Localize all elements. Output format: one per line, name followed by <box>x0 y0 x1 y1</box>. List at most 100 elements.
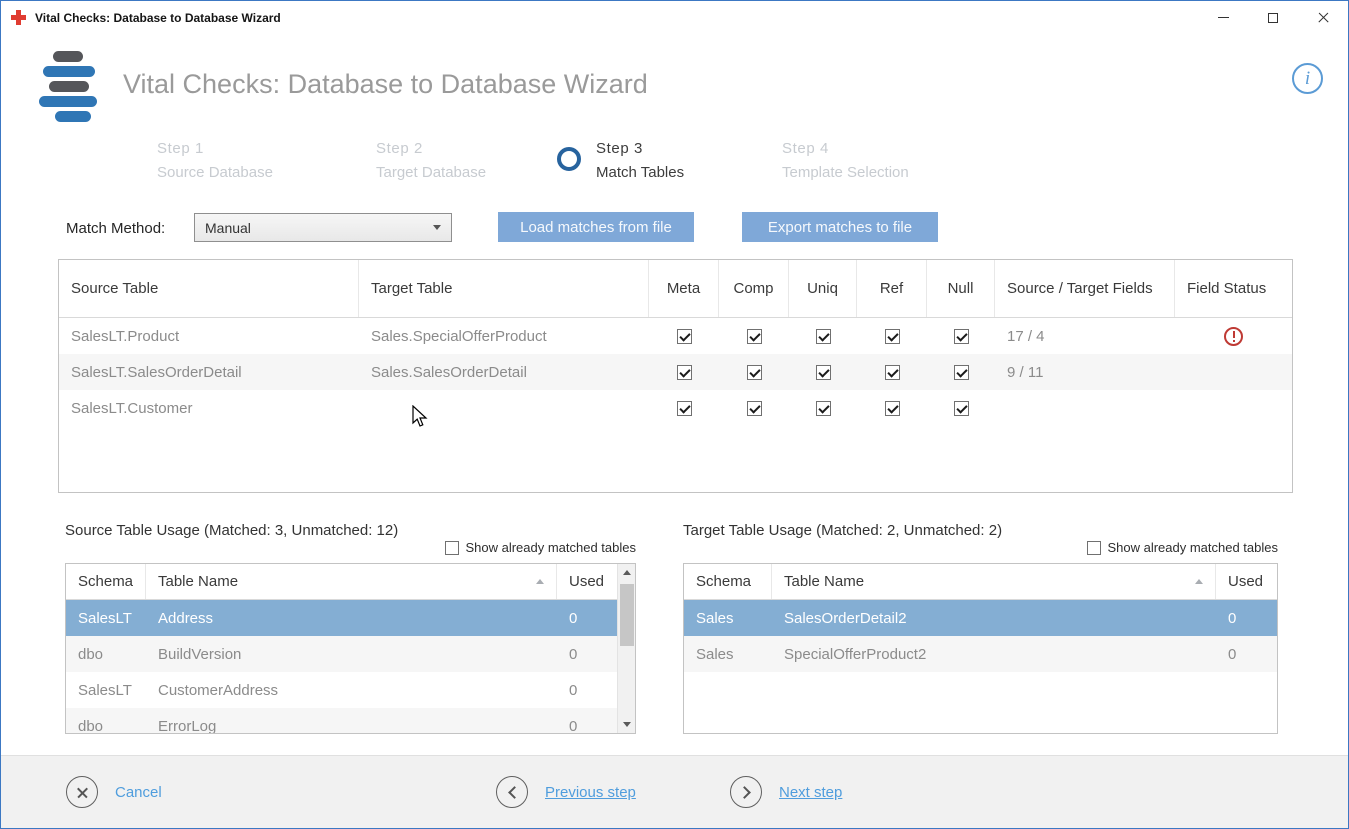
step-2-target-database: Step 2 Target Database <box>376 140 486 181</box>
table-row[interactable]: SalesLT.Product Sales.SpecialOfferProduc… <box>59 318 1292 354</box>
null-checkbox[interactable] <box>954 401 969 416</box>
app-logo-icon <box>39 51 111 131</box>
match-table-header: Source Table Target Table Meta Comp Uniq… <box>59 260 1292 318</box>
list-item[interactable]: SalesLT Address 0 <box>66 600 635 636</box>
match-method-value: Manual <box>205 220 251 236</box>
used-cell: 0 <box>557 672 617 708</box>
show-matched-checkbox[interactable] <box>1087 541 1101 555</box>
column-header-schema[interactable]: Schema <box>66 564 146 599</box>
list-item[interactable]: dbo BuildVersion 0 <box>66 636 635 672</box>
mouse-cursor <box>411 405 433 429</box>
minimize-button[interactable] <box>1198 1 1248 34</box>
column-header-table-name-label: Table Name <box>784 573 864 590</box>
target-table-cell[interactable] <box>359 390 649 426</box>
next-step-button[interactable]: Next step <box>730 776 842 808</box>
show-matched-label: Show already matched tables <box>1107 540 1278 555</box>
sort-ascending-icon[interactable] <box>536 579 544 584</box>
comp-checkbox[interactable] <box>747 365 762 380</box>
step-sublabel: Source Database <box>157 164 273 181</box>
source-usage-table: Schema Table Name Used SalesLT Address 0… <box>65 563 636 734</box>
ref-checkbox[interactable] <box>885 365 900 380</box>
column-header-uniq[interactable]: Uniq <box>789 260 857 317</box>
source-show-matched-toggle[interactable]: Show already matched tables <box>65 540 636 555</box>
column-header-ref[interactable]: Ref <box>857 260 927 317</box>
comp-checkbox[interactable] <box>747 329 762 344</box>
vertical-scrollbar[interactable] <box>617 564 635 733</box>
show-matched-checkbox[interactable] <box>445 541 459 555</box>
ref-checkbox[interactable] <box>885 329 900 344</box>
column-header-used[interactable]: Used <box>1216 564 1277 599</box>
step-4-template-selection: Step 4 Template Selection <box>782 140 909 181</box>
column-header-used[interactable]: Used <box>557 564 617 599</box>
target-usage-table: Schema Table Name Used Sales SalesOrderD… <box>683 563 1278 734</box>
step-3-match-tables: Step 3 Match Tables <box>596 140 684 181</box>
ref-checkbox[interactable] <box>885 401 900 416</box>
field-status-error-icon[interactable] <box>1224 327 1243 346</box>
maximize-icon <box>1268 13 1278 23</box>
match-table: Source Table Target Table Meta Comp Uniq… <box>58 259 1293 493</box>
source-usage-title: Source Table Usage (Matched: 3, Unmatche… <box>65 522 398 539</box>
used-cell: 0 <box>1216 600 1277 636</box>
close-icon <box>1317 11 1330 24</box>
table-name-cell: BuildVersion <box>146 636 557 672</box>
column-header-source-table[interactable]: Source Table <box>59 260 359 317</box>
step-1-source-database: Step 1 Source Database <box>157 140 273 181</box>
app-icon <box>10 9 27 26</box>
target-table-cell: Sales.SalesOrderDetail <box>359 354 649 390</box>
show-matched-label: Show already matched tables <box>465 540 636 555</box>
scroll-down-icon[interactable] <box>618 716 636 733</box>
cancel-circle <box>66 776 98 808</box>
used-cell: 0 <box>557 600 617 636</box>
column-header-meta[interactable]: Meta <box>649 260 719 317</box>
table-name-cell: Address <box>146 600 557 636</box>
step-label: Step 1 <box>157 140 273 157</box>
null-checkbox[interactable] <box>954 329 969 344</box>
uniq-checkbox[interactable] <box>816 365 831 380</box>
list-item[interactable]: Sales SalesOrderDetail2 0 <box>684 600 1277 636</box>
used-cell: 0 <box>557 708 617 734</box>
column-header-schema[interactable]: Schema <box>684 564 772 599</box>
export-matches-button[interactable]: Export matches to file <box>742 212 938 242</box>
list-item[interactable]: SalesLT CustomerAddress 0 <box>66 672 635 708</box>
schema-cell: SalesLT <box>66 600 146 636</box>
list-item[interactable]: Sales SpecialOfferProduct2 0 <box>684 636 1277 672</box>
null-checkbox[interactable] <box>954 365 969 380</box>
meta-checkbox[interactable] <box>677 329 692 344</box>
table-row[interactable]: SalesLT.Customer <box>59 390 1292 426</box>
target-show-matched-toggle[interactable]: Show already matched tables <box>683 540 1278 555</box>
column-header-table-name[interactable]: Table Name <box>772 564 1216 599</box>
uniq-checkbox[interactable] <box>816 329 831 344</box>
list-item[interactable]: dbo ErrorLog 0 <box>66 708 635 734</box>
window-title: Vital Checks: Database to Database Wizar… <box>35 11 281 25</box>
close-button[interactable] <box>1298 1 1348 34</box>
table-row[interactable]: SalesLT.SalesOrderDetail Sales.SalesOrde… <box>59 354 1292 390</box>
previous-step-label: Previous step <box>545 784 636 801</box>
field-status-cell <box>1175 390 1292 426</box>
load-matches-button[interactable]: Load matches from file <box>498 212 694 242</box>
minimize-icon <box>1218 17 1229 18</box>
column-header-null[interactable]: Null <box>927 260 995 317</box>
meta-checkbox[interactable] <box>677 401 692 416</box>
previous-circle <box>496 776 528 808</box>
maximize-button[interactable] <box>1248 1 1298 34</box>
cancel-button[interactable]: Cancel <box>66 776 162 808</box>
column-header-table-name-label: Table Name <box>158 573 238 590</box>
column-header-target-table[interactable]: Target Table <box>359 260 649 317</box>
step-label: Step 2 <box>376 140 486 157</box>
column-header-table-name[interactable]: Table Name <box>146 564 557 599</box>
scroll-up-icon[interactable] <box>618 564 636 581</box>
previous-step-button[interactable]: Previous step <box>496 776 636 808</box>
column-header-field-status[interactable]: Field Status <box>1175 260 1292 317</box>
column-header-source-target-fields[interactable]: Source / Target Fields <box>995 260 1175 317</box>
comp-checkbox[interactable] <box>747 401 762 416</box>
used-cell: 0 <box>1216 636 1277 672</box>
next-step-label: Next step <box>779 784 842 801</box>
sort-ascending-icon[interactable] <box>1195 579 1203 584</box>
uniq-checkbox[interactable] <box>816 401 831 416</box>
meta-checkbox[interactable] <box>677 365 692 380</box>
match-method-dropdown[interactable]: Manual <box>194 213 452 242</box>
info-icon[interactable]: i <box>1292 63 1323 94</box>
target-usage-title: Target Table Usage (Matched: 2, Unmatche… <box>683 522 1002 539</box>
scrollbar-thumb[interactable] <box>620 584 634 646</box>
column-header-comp[interactable]: Comp <box>719 260 789 317</box>
